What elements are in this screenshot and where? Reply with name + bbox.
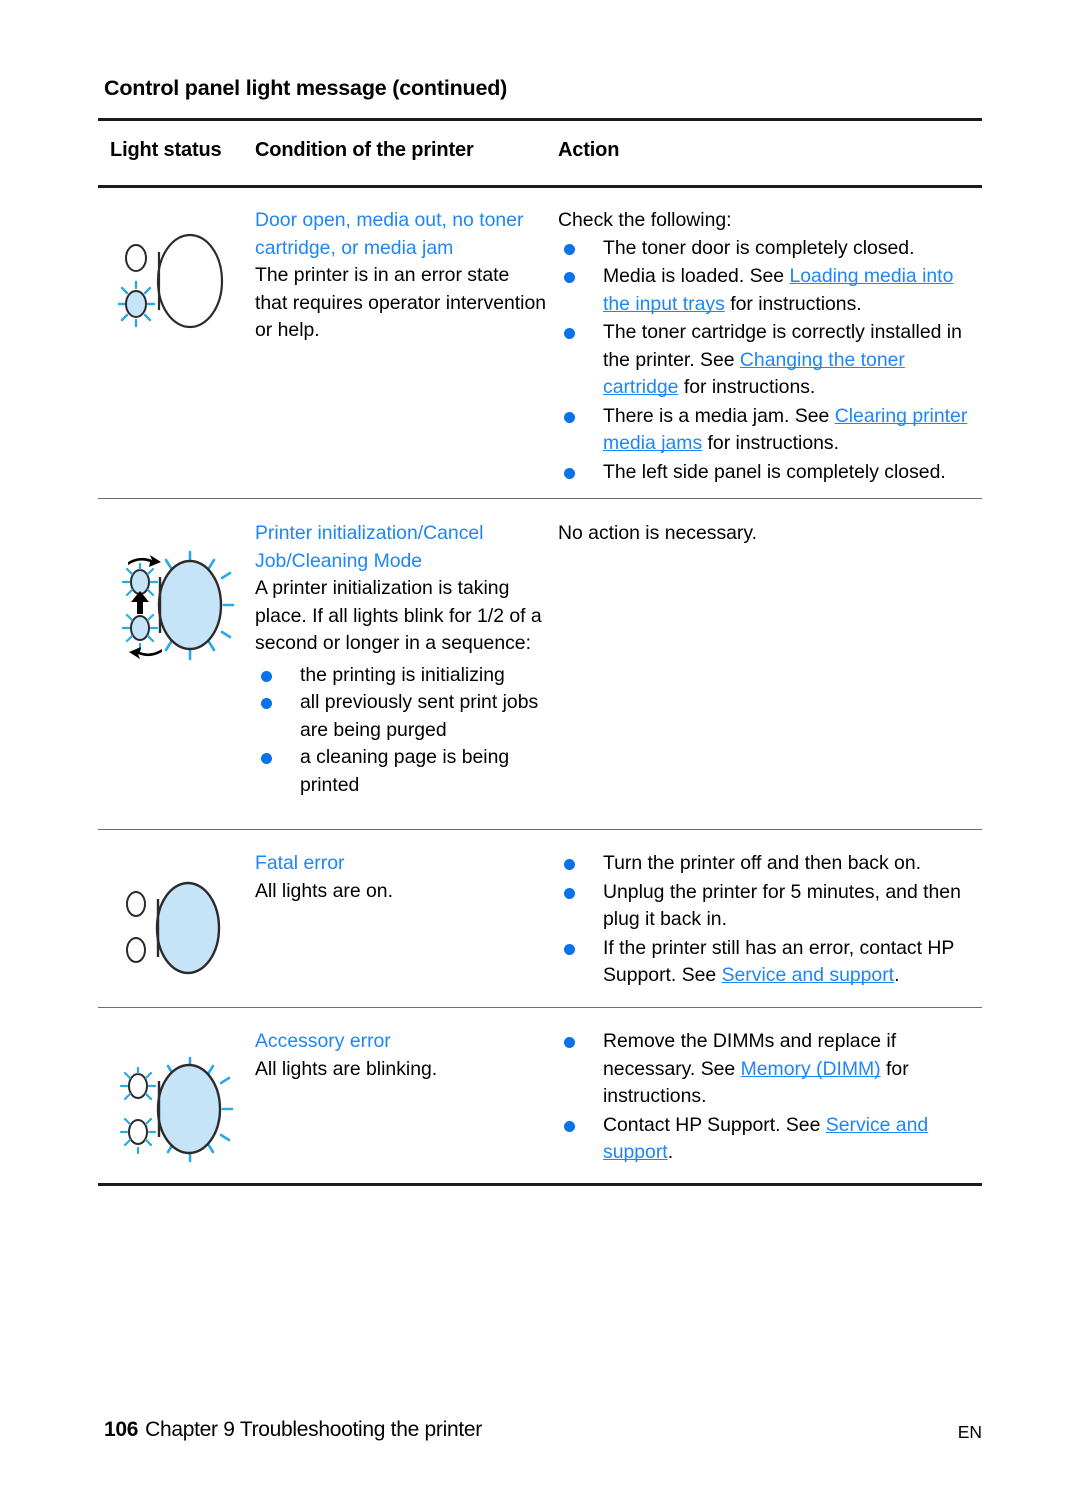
action-cell: No action is necessary. <box>558 520 982 548</box>
action-bullet-item: Remove the DIMMs and replace if necessar… <box>558 1028 982 1111</box>
row-divider-3 <box>98 1007 982 1008</box>
bullet-dot-icon <box>564 887 575 899</box>
light-status-icon-all-on <box>118 874 248 982</box>
action-bullet-list: Remove the DIMMs and replace if necessar… <box>558 1028 982 1167</box>
condition-bullet-item: a cleaning page is being printed <box>255 744 547 799</box>
chapter-label: Chapter 9 Troubleshooting the printer <box>145 1418 482 1441</box>
bullet-text: There is a media jam. See <box>603 404 835 427</box>
bullet-text: . <box>667 1141 674 1163</box>
action-bullet-item: Media is loaded. See Loading media into … <box>558 263 982 318</box>
document-page: Control panel light message (continued) … <box>0 0 1080 1495</box>
condition-cell: Door open, media out, no toner cartridge… <box>255 207 547 345</box>
condition-heading: Printer initialization/Cancel Job/Cleani… <box>255 522 484 572</box>
condition-body: A printer initialization is taking place… <box>255 577 542 654</box>
footer-language-code: EN <box>957 1422 982 1442</box>
bullet-text: all previously sent print jobs are being… <box>300 691 539 741</box>
cross-reference-link[interactable]: Memory (DIMM) <box>741 1058 881 1080</box>
action-cell: Remove the DIMMs and replace if necessar… <box>558 1028 982 1168</box>
bullet-dot-icon <box>564 859 575 870</box>
action-bullet-list: Turn the printer off and then back on. Un… <box>558 850 982 990</box>
cross-reference-link[interactable]: Service and support <box>722 964 894 986</box>
action-bullet-item: The toner door is completely closed. <box>558 235 982 263</box>
table-header-rule <box>98 185 982 188</box>
condition-body: All lights are on. <box>255 879 393 902</box>
row-divider-1 <box>98 498 982 499</box>
bullet-dot-icon <box>261 753 272 764</box>
condition-body: All lights are blinking. <box>255 1057 438 1080</box>
condition-heading: Fatal error <box>255 852 345 874</box>
bullet-text: Unplug the printer for 5 minutes, and th… <box>603 880 961 931</box>
bullet-text: The left side panel is completely closed… <box>603 460 946 483</box>
column-header-light-status: Light status <box>110 139 222 161</box>
table-bottom-rule <box>98 1183 982 1186</box>
bullet-text: . <box>894 964 900 986</box>
condition-bullet-list: the printing is initializing all previous… <box>255 662 547 800</box>
row-divider-2 <box>98 829 982 830</box>
control-panel-lights-all-on-icon <box>126 881 221 975</box>
page-number: 106 <box>104 1418 139 1441</box>
control-panel-lights-all-blinking-icon <box>119 1056 234 1163</box>
action-bullet-list: The toner door is completely closed. Medi… <box>558 235 982 487</box>
bullet-text: for instructions. <box>702 432 840 454</box>
action-bullet-item: If the printer still has an error, conta… <box>558 935 982 990</box>
control-panel-lights-attention-blinking-icon <box>118 233 224 329</box>
column-header-action: Action <box>558 139 620 161</box>
action-bullet-item: Turn the printer off and then back on. <box>558 850 982 878</box>
bullet-dot-icon <box>564 1037 575 1048</box>
light-status-icon-all-blinking <box>118 1052 248 1167</box>
table-top-rule <box>98 118 982 121</box>
bullet-text: the printing is initializing <box>300 663 505 686</box>
bullet-dot-icon <box>564 1120 575 1132</box>
bullet-text: for instructions. <box>724 292 862 315</box>
light-status-icon-sequence-blinking <box>118 548 248 663</box>
bullet-dot-icon <box>564 467 575 479</box>
action-bullet-item: There is a media jam. See Clearing print… <box>558 403 982 458</box>
action-intro: Check the following: <box>558 209 732 231</box>
condition-heading: Door open, media out, no toner cartridge… <box>255 209 524 259</box>
bullet-text: The toner door is completely closed. <box>603 236 915 259</box>
condition-bullet-item: all previously sent print jobs are being… <box>255 689 547 744</box>
bullet-dot-icon <box>564 243 575 255</box>
bullet-text: Media is loaded. See <box>603 265 790 287</box>
bullet-text: Turn the printer off and then back on. <box>603 852 921 874</box>
light-status-icon-attention-blinking <box>118 226 248 336</box>
bullet-dot-icon <box>261 698 272 709</box>
action-bullet-item: The left side panel is completely closed… <box>558 459 982 487</box>
condition-body: The printer is in an error state that re… <box>255 264 547 341</box>
bullet-dot-icon <box>564 328 575 339</box>
bullet-dot-icon <box>564 411 575 423</box>
action-intro: No action is necessary. <box>558 522 758 544</box>
action-bullet-item: The toner cartridge is correctly install… <box>558 319 982 402</box>
condition-cell: Printer initialization/Cancel Job/Cleani… <box>255 520 547 799</box>
table-title: Control panel light message (continued) <box>104 76 508 100</box>
condition-bullet-item: the printing is initializing <box>255 662 547 690</box>
action-cell: Turn the printer off and then back on. Un… <box>558 850 982 991</box>
bullet-dot-icon <box>564 943 575 955</box>
control-panel-lights-sequence-blinking-icon <box>121 550 235 661</box>
bullet-dot-icon <box>261 670 272 682</box>
action-bullet-item: Unplug the printer for 5 minutes, and th… <box>558 879 982 934</box>
condition-heading: Accessory error <box>255 1030 391 1052</box>
column-header-condition: Condition of the printer <box>255 139 474 161</box>
action-bullet-item: Contact HP Support. See Service and supp… <box>558 1112 982 1167</box>
condition-cell: Fatal error All lights are on. <box>255 850 547 905</box>
bullet-dot-icon <box>564 272 575 283</box>
action-cell: Check the following: The toner door is c… <box>558 207 982 487</box>
footer-left: 106 Chapter 9 Troubleshooting the printer <box>104 1418 482 1442</box>
bullet-text: for instructions. <box>678 376 816 398</box>
bullet-text: Contact HP Support. See <box>603 1113 826 1136</box>
condition-cell: Accessory error All lights are blinking. <box>255 1028 547 1083</box>
bullet-text: a cleaning page is being printed <box>300 746 510 796</box>
